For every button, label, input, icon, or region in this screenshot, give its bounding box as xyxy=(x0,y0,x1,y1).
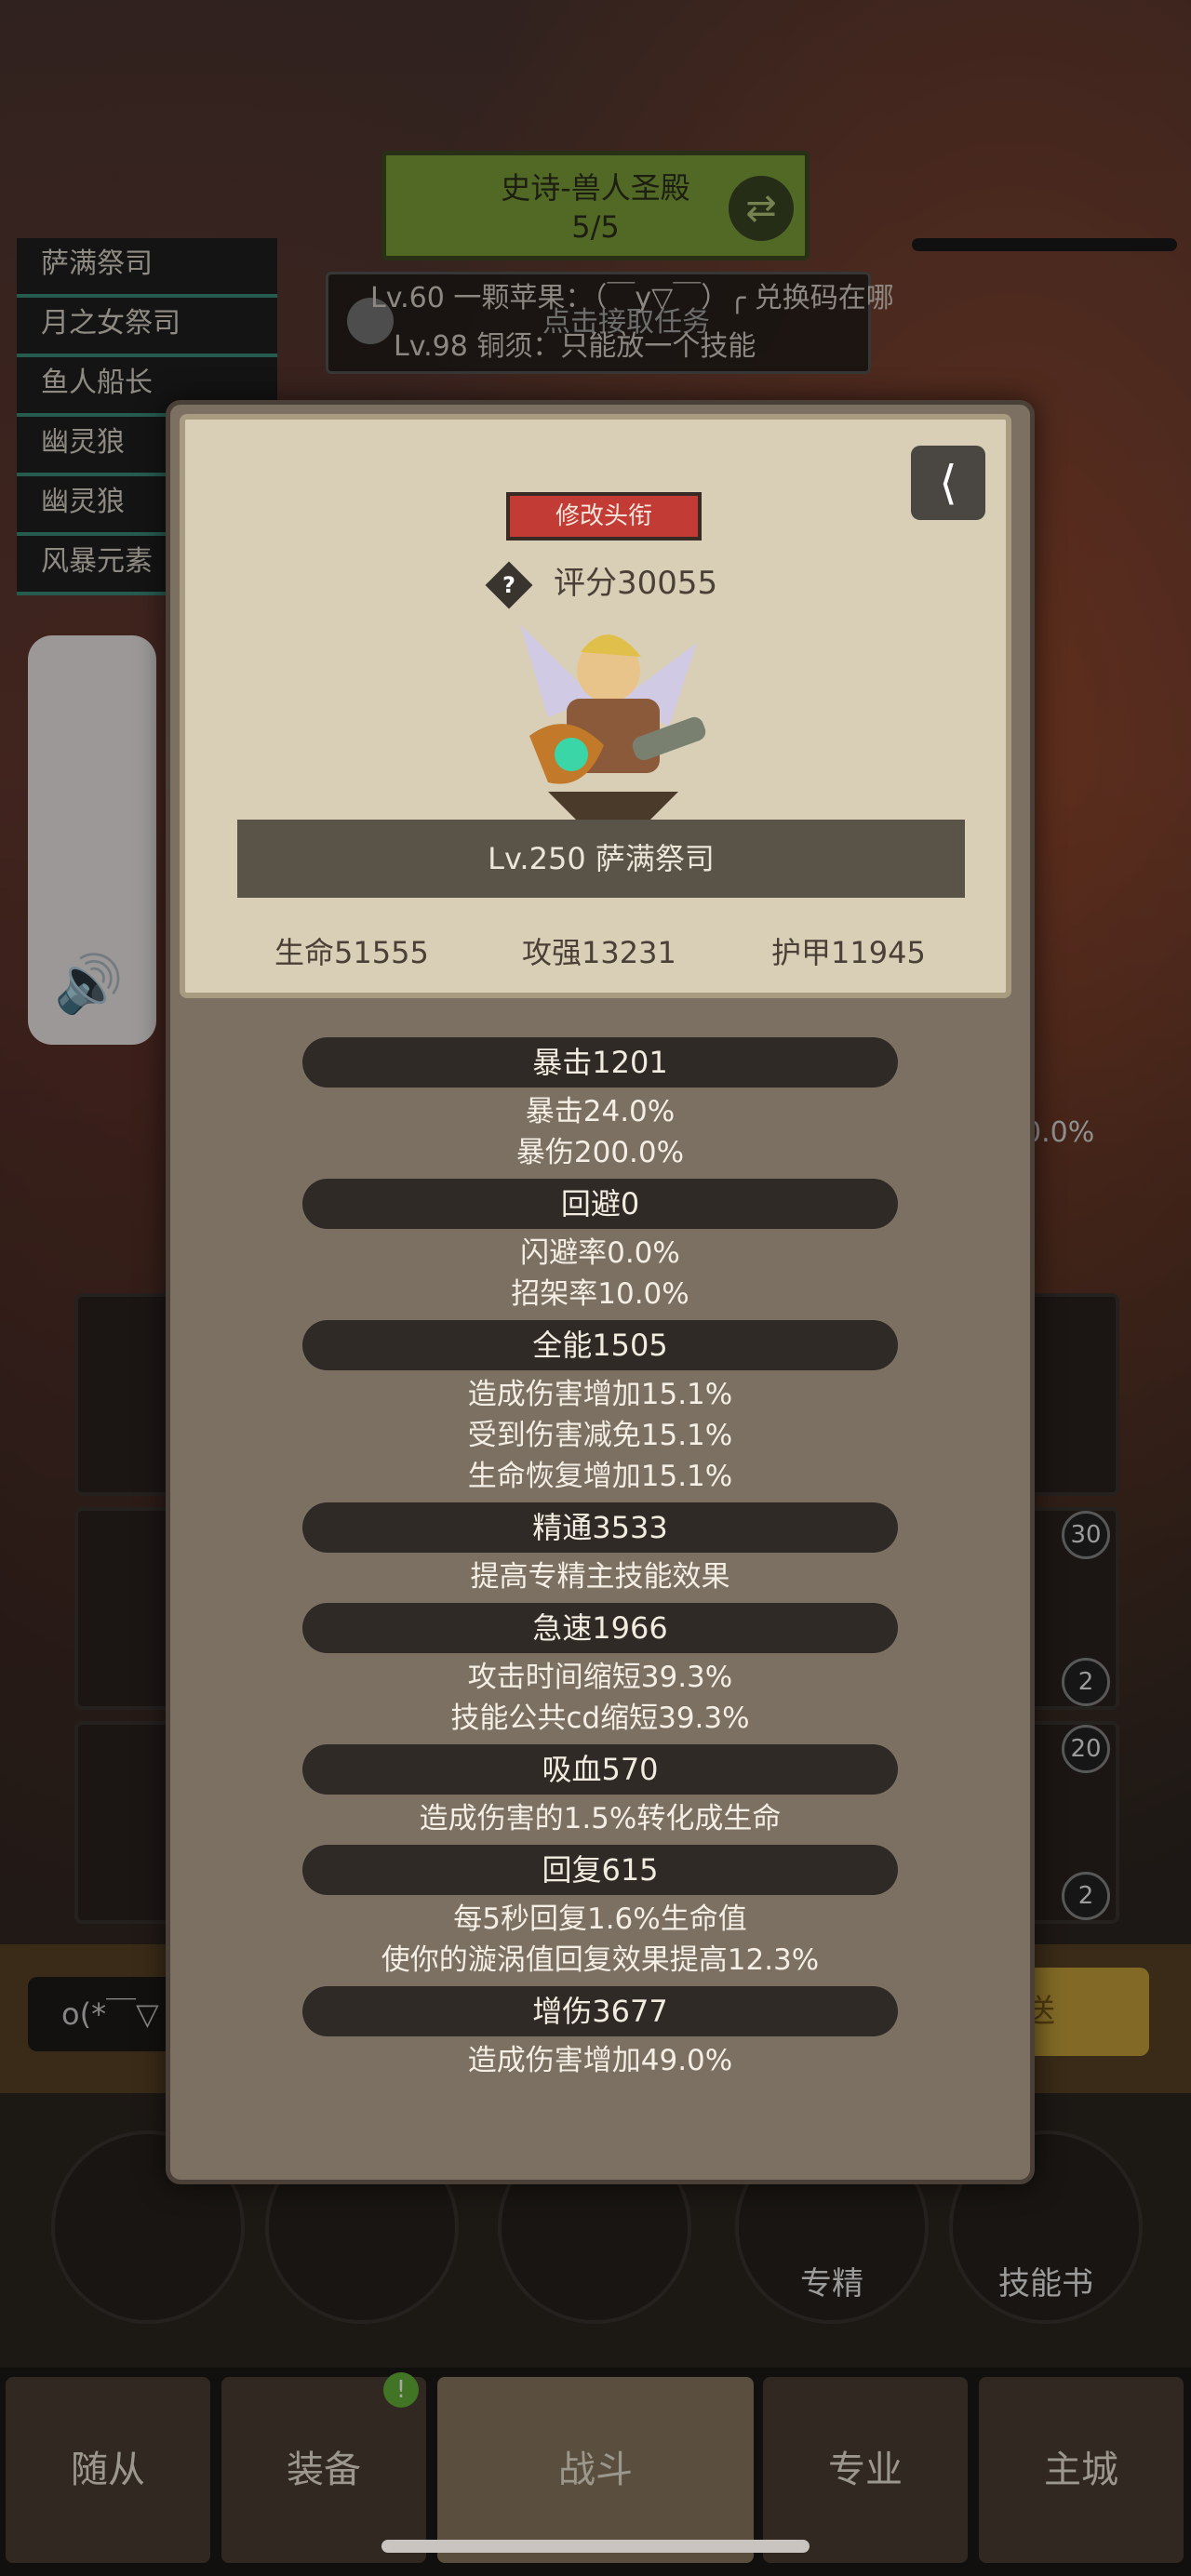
character-stats-modal: 修改头衔 ⟨ ? 评分30055 Lv.250 萨满祭司 生命51555 攻强13… xyxy=(166,400,1035,2184)
hp-stat: 生命51555 xyxy=(274,935,429,970)
stat-line: 每5秒回复1.6%生命值 xyxy=(453,1902,747,1936)
stat-line: 暴击24.0% xyxy=(525,1095,676,1128)
stat-line: 技能公共cd缩短39.3% xyxy=(450,1702,750,1735)
stat-header-crit: 暴击1201 xyxy=(302,1037,898,1088)
hero-name-bar: Lv.250 萨满祭司 xyxy=(237,820,965,898)
score-display: ? 评分30055 xyxy=(485,557,718,608)
stat-line: 暴伤200.0% xyxy=(515,1136,685,1169)
help-icon[interactable]: ? xyxy=(485,561,533,608)
share-icon[interactable]: ⟨ xyxy=(911,446,985,520)
hero-portrait xyxy=(520,624,706,820)
stat-header-regen: 回复615 xyxy=(302,1845,898,1895)
stat-header-versatility: 全能1505 xyxy=(302,1320,898,1370)
armor-stat: 护甲11945 xyxy=(771,935,926,970)
stat-line: 受到伤害减免15.1% xyxy=(467,1419,733,1452)
home-indicator[interactable] xyxy=(381,2540,810,2553)
stat-header-damage-increase: 增伤3677 xyxy=(302,1986,898,2036)
stat-line: 造成伤害增加49.0% xyxy=(467,2044,733,2077)
stat-line: 闪避率0.0% xyxy=(520,1236,680,1270)
stat-line: 提高专精主技能效果 xyxy=(470,1560,730,1594)
stat-line: 使你的漩涡值回复效果提高12.3% xyxy=(381,1943,820,1977)
stat-header-dodge: 回避0 xyxy=(302,1179,898,1229)
stat-header-mastery: 精通3533 xyxy=(302,1502,898,1553)
character-card: 修改头衔 ⟨ ? 评分30055 Lv.250 萨满祭司 生命51555 攻强13… xyxy=(180,414,1011,998)
stat-line: 生命恢复增加15.1% xyxy=(467,1460,733,1493)
stat-line: 攻击时间缩短39.3% xyxy=(467,1661,733,1694)
stat-line: 造成伤害增加15.1% xyxy=(467,1378,733,1411)
stat-header-haste: 急速1966 xyxy=(302,1603,898,1653)
stat-header-leech: 吸血570 xyxy=(302,1744,898,1795)
score-value: 评分30055 xyxy=(554,565,718,602)
attack-stat: 攻强13231 xyxy=(522,935,676,970)
edit-title-button[interactable]: 修改头衔 xyxy=(506,492,702,541)
stat-line: 招架率10.0% xyxy=(511,1277,689,1311)
stat-line: 造成伤害的1.5%转化成生命 xyxy=(419,1802,782,1835)
